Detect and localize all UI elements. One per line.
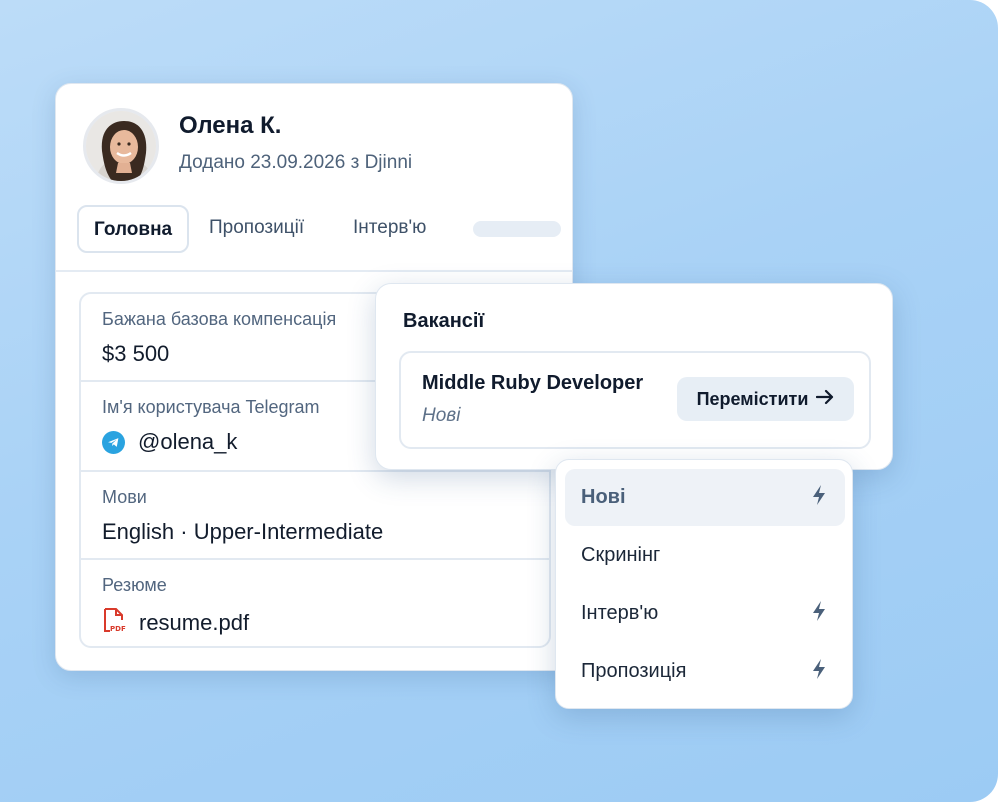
stage-dropdown: Нові Скринінг Інтерв'ю Пропозиція — [555, 459, 853, 709]
arrow-right-icon — [816, 389, 834, 410]
vacancy-name: Middle Ruby Developer — [422, 372, 644, 394]
stage-option-interview[interactable]: Інтерв'ю — [565, 585, 845, 642]
move-button-label: Перемістити — [696, 388, 809, 409]
field-value: @olena_k — [102, 429, 237, 455]
vacancy-item: Middle Ruby Developer Нові Перемістити — [399, 351, 871, 449]
vacancy-stage: Нові — [422, 405, 461, 426]
lightning-icon — [810, 658, 828, 686]
field-resume: Резюме PDF resume.pdf — [81, 560, 549, 646]
lightning-icon — [810, 600, 828, 628]
tab-offers[interactable]: Пропозиції — [209, 205, 304, 253]
compensation-value: $3 500 — [102, 341, 170, 366]
svg-text:PDF: PDF — [110, 625, 126, 633]
tab-placeholder — [473, 221, 561, 237]
candidate-name: Олена К. — [179, 112, 282, 139]
stage-option-label: Інтерв'ю — [581, 602, 659, 624]
pdf-file-icon: PDF — [102, 607, 126, 639]
divider — [56, 270, 572, 272]
resume-file-link[interactable]: resume.pdf — [139, 610, 249, 636]
field-value: $3 500 — [102, 341, 169, 367]
languages-value: English · Upper-Intermediate — [102, 519, 384, 544]
candidate-source: Додано 23.09.2026 з Djinni — [179, 152, 413, 173]
stage-option-label: Пропозиція — [581, 660, 687, 682]
field-label: Мови — [102, 487, 147, 507]
field-value: English · Upper-Intermediate — [102, 519, 383, 545]
stage-option-screening[interactable]: Скринінг — [565, 527, 845, 584]
field-value: PDF resume.pdf — [102, 607, 249, 639]
field-languages: Мови English · Upper-Intermediate — [81, 472, 549, 560]
tab-interview[interactable]: Інтерв'ю — [353, 205, 426, 253]
tab-main[interactable]: Головна — [77, 205, 190, 253]
stage-option-label: Скринінг — [581, 544, 661, 566]
field-label: Бажана базова компенсація — [102, 309, 337, 329]
stage-option-offer[interactable]: Пропозиція — [565, 643, 845, 700]
lightning-icon — [810, 484, 828, 512]
stage-option-label: Нові — [581, 486, 626, 508]
vacancies-title: Вакансії — [403, 310, 485, 332]
field-label: Резюме — [102, 575, 167, 595]
stage-option-new[interactable]: Нові — [565, 469, 845, 526]
field-label: Ім'я користувача Telegram — [102, 397, 320, 417]
vacancies-popover: Вакансії Middle Ruby Developer Нові Пере… — [375, 283, 893, 470]
telegram-icon — [102, 430, 125, 454]
move-button[interactable]: Перемістити — [677, 377, 854, 421]
avatar — [83, 108, 159, 184]
telegram-username[interactable]: @olena_k — [138, 429, 237, 455]
